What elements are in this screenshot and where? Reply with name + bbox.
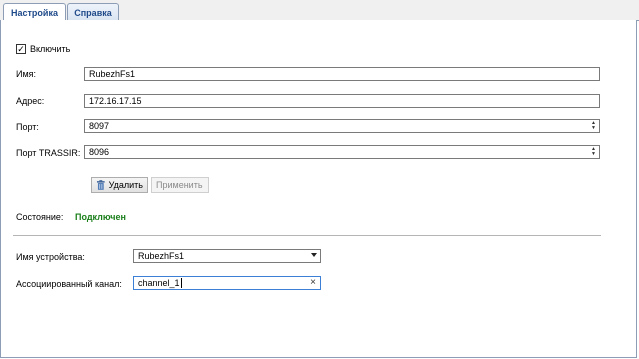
checkmark-icon: ✓	[17, 44, 25, 54]
port-stepper[interactable]: 8097 ▲ ▼	[84, 119, 600, 133]
trassir-port-label: Порт TRASSIR:	[16, 148, 81, 158]
spin-down-icon[interactable]: ▼	[591, 152, 596, 157]
trash-icon	[96, 180, 105, 190]
name-label: Имя:	[16, 69, 37, 79]
status-label: Состояние:	[16, 212, 64, 222]
divider	[13, 235, 601, 236]
trassir-port-value: 8096	[89, 147, 110, 157]
status-value: Подключен	[75, 212, 126, 222]
delete-button[interactable]: Удалить	[91, 177, 148, 193]
tab-bar: Настройка Справка	[0, 0, 639, 22]
channel-input-value: channel_1	[138, 278, 180, 288]
text-cursor	[180, 278, 182, 288]
spin-down-icon[interactable]: ▼	[591, 126, 596, 131]
delete-button-label: Удалить	[108, 180, 143, 190]
device-select[interactable]: RubezhFs1	[133, 249, 321, 263]
port-label: Порт:	[16, 122, 39, 132]
device-label: Имя устройства:	[16, 252, 85, 262]
trassir-port-spin[interactable]: ▲ ▼	[589, 147, 598, 157]
device-select-value: RubezhFs1	[138, 251, 185, 261]
name-field[interactable]: RubezhFs1	[84, 67, 600, 81]
chevron-down-icon[interactable]	[311, 253, 317, 257]
clear-icon[interactable]: ×	[310, 277, 316, 289]
channel-label: Ассоциированный канал:	[16, 279, 122, 289]
address-field[interactable]: 172.16.17.15	[84, 94, 600, 108]
address-label: Адрес:	[16, 96, 45, 106]
apply-button-label: Применить	[156, 180, 203, 190]
apply-button[interactable]: Применить	[151, 177, 209, 193]
tab-help[interactable]: Справка	[67, 3, 119, 21]
port-spin[interactable]: ▲ ▼	[589, 121, 598, 131]
enable-label: Включить	[30, 44, 71, 54]
trassir-port-stepper[interactable]: 8096 ▲ ▼	[84, 145, 600, 159]
port-value: 8097	[89, 121, 110, 131]
enable-checkbox[interactable]: ✓	[16, 44, 26, 54]
channel-input[interactable]: channel_1 ×	[133, 276, 321, 290]
